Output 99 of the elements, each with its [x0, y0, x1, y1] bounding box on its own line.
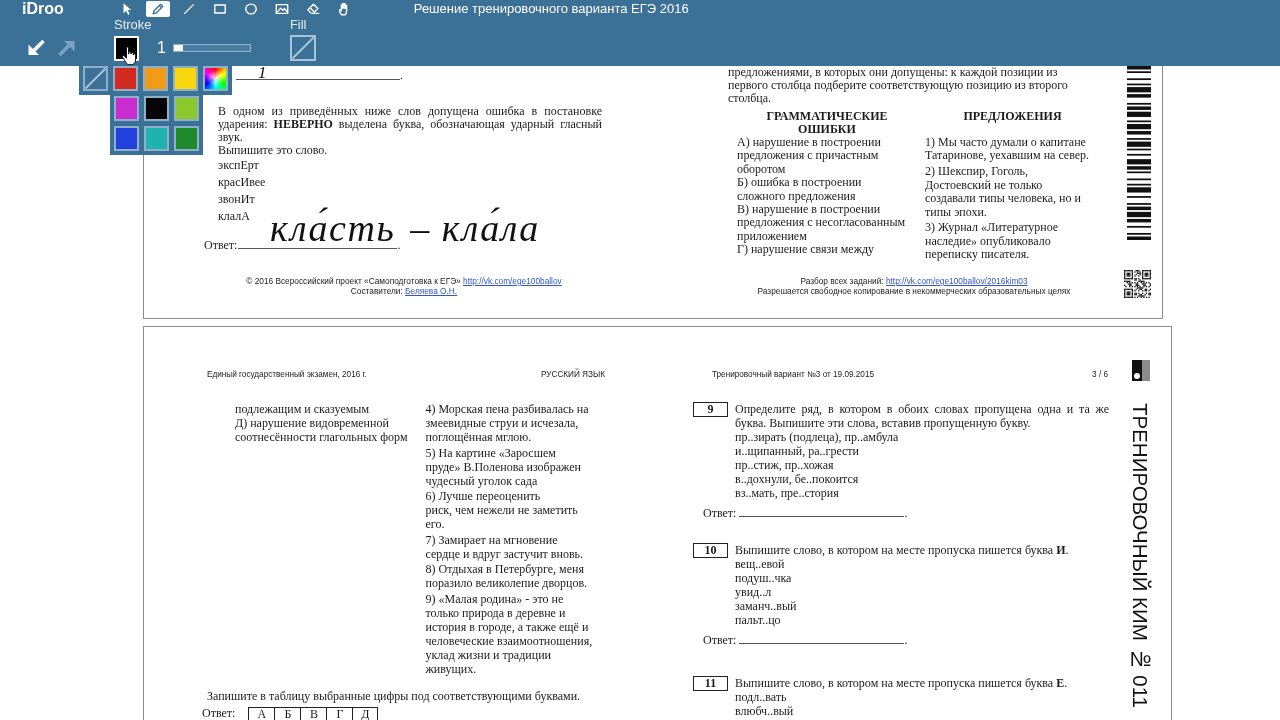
question-text: Определите ряд, в котором в обоих словах пропущена одна и та же буква. Выпишите эти слова, вставив пропущенную букву.	[735, 402, 1109, 430]
color-wheel-icon[interactable]	[203, 66, 228, 91]
qr-code-icon	[1124, 270, 1151, 298]
question-text: Выпишите слово, в котором на месте пропуска пишется буква И.	[735, 543, 1070, 557]
stroke-width-slider[interactable]	[172, 44, 251, 52]
authors-link[interactable]: Беляева О.Н.	[405, 285, 458, 296]
stroke-label: Stroke	[114, 18, 153, 32]
answer-period: .	[397, 238, 401, 252]
answer-label: Ответ:	[703, 633, 737, 647]
color-swatch-icon[interactable]	[114, 126, 139, 151]
tasks-link-text: Разбор всех заданий: http://vk.com/ege100ballov/2016kim03	[799, 277, 1029, 287]
color-swatch-icon[interactable]	[173, 66, 198, 91]
answer-option: вещ..евой	[735, 557, 1109, 571]
question-text: В одном из приведённых ниже слов допущена ошибка в постановке ударения: НЕВЕРНО выделена буква, обозначающая ударный гласный звук.	[218, 105, 602, 144]
undo-button[interactable]	[27, 40, 45, 56]
answer-label: Ответ:	[202, 706, 236, 720]
no-color-icon[interactable]	[289, 35, 316, 61]
table-header-cell: Г	[326, 706, 353, 720]
corner-mark-icon	[1132, 360, 1150, 381]
handwritten-digit: 1	[257, 66, 268, 79]
line-icon	[181, 1, 196, 16]
table-header-cell: Д	[352, 706, 379, 720]
column-heading: ГРАММАТИЧЕСКИЕ ОШИБКИ	[765, 110, 889, 136]
column-heading: ПРЕДЛОЖЕНИЯ	[962, 110, 1063, 125]
answer-option: пр..зирать (подлеца), пр..амбула	[735, 430, 1109, 444]
list-item: 2) Шекспир, Гоголь, Достоевский не только создавали типы человека, но и типы эпохи.	[925, 165, 1082, 219]
list-item: Д) нарушение видовременной соотнесённости глагольных форм	[235, 416, 409, 444]
list-item: подлежащим и сказуемым	[235, 402, 370, 416]
answer-option: увид..л	[735, 585, 1109, 599]
list-item: В) нарушение в построении предложения с несогласованным приложением	[737, 203, 907, 244]
document-title: Решение тренировочного варианта ЕГЭ 2016	[413, 0, 689, 17]
list-item: 6) Лучше переоценить риск, чем нежели не заметить его.	[425, 489, 579, 531]
tasks-link[interactable]: http://vk.com/ege100ballov/2016kim03	[885, 276, 1028, 286]
answer-option: экспЕрт	[218, 157, 602, 174]
answer-option: пальт..цо	[735, 613, 1109, 627]
copyright-note: Разрешается свободное копирование в некоммерческих образовательных целях	[756, 286, 1072, 296]
list-item: Г) нарушение связи между	[737, 243, 876, 257]
instruction-text: Выпишите это слово.	[218, 144, 329, 157]
answer-option: и..щипанный, ра..грести	[735, 444, 1109, 458]
app-logo: iDroo	[22, 0, 64, 17]
arrow-down-left-icon	[27, 40, 45, 56]
list-item: 4) Морская пена разбивалась на змеевидные струи и исчезала, поглощённая мглою.	[425, 402, 590, 444]
footer-link[interactable]: http://vk.com/ege100ballov	[463, 276, 562, 286]
copyright-text: © 2016 Всероссийский проект «Самоподготовка к ЕГЭ» http://vk.com/ege100ballov	[245, 277, 563, 287]
color-swatch-icon[interactable]	[174, 96, 199, 121]
authors-text: Составители: Беляева О.Н.	[350, 286, 459, 296]
question-number: 10	[693, 543, 728, 558]
tool-button[interactable]	[145, 0, 170, 17]
list-item: Б) ошибка в построении сложного предложения	[737, 176, 863, 204]
page-header-text: Единый государственный экзамен, 2016 г.	[207, 370, 367, 379]
color-swatch-icon[interactable]	[144, 96, 169, 121]
pencil-icon	[150, 1, 165, 16]
answer-period: .	[904, 506, 908, 520]
list-item: 3) Журнал «Литературное наследие» опубликовало переписку писателя.	[925, 221, 1060, 262]
answer-option: в..дохнули, бе..покоится	[735, 472, 1109, 486]
task-intro: предложениями, в которых они допущены: к каждой позиции из первого столбца подберите соответствующую позицию из второго столбца.	[728, 66, 1069, 105]
answer-option: пр..стиж, пр..хожая	[735, 458, 1109, 472]
list-item: 5) На картине «Заросшем пруде» В.Поленова изображен чудесный уголок сада	[425, 445, 582, 488]
answer-period: .	[904, 633, 908, 647]
list-item: 7) Замирает на мгновение сердце и вдруг застучит вновь.	[425, 532, 585, 561]
answer-label: Ответ:	[703, 506, 737, 520]
side-label: ТРЕНИРОВОЧНЫЙ КИМ № 011	[1128, 403, 1152, 708]
list-item: 1) Мы часто думали о капитане Татаринове, уехавшим на север.	[925, 136, 1091, 163]
stroke-width-value: 1	[157, 39, 166, 57]
table-header-cell: В	[300, 706, 327, 720]
answer-label: Ответ:	[204, 238, 238, 252]
list-item: 9) «Малая родина» - это не только природа в деревне и история в городе, а также ещё и человеческие взаимоотношения, уклад жизни и традиции живущих.	[425, 591, 594, 676]
question-number: 9	[693, 402, 728, 417]
answer-option: звонИт	[218, 191, 602, 208]
no-color-icon[interactable]	[83, 66, 108, 91]
eraser-icon	[305, 1, 320, 16]
answer-option: красИвее	[218, 174, 602, 191]
answer-option: подл..вать	[735, 690, 1109, 704]
question-text: Выпишите слово, в котором на месте пропуска пишется буква Е.	[735, 676, 1069, 690]
answer-option: подуш..чка	[735, 571, 1109, 585]
instruction-text: Запишите в таблицу выбранные цифры под соответствующими буквами.	[207, 688, 582, 703]
color-swatch-icon[interactable]	[144, 126, 169, 151]
question-number: 11	[693, 676, 728, 691]
rectangle-icon	[212, 1, 227, 16]
answer-option: заманч..вый	[735, 599, 1109, 613]
color-swatch-icon[interactable]	[174, 126, 199, 151]
circle-icon	[243, 1, 258, 16]
page-number: 3 / 6	[1092, 370, 1108, 379]
color-swatch-icon[interactable]	[113, 66, 138, 91]
page-header-text: Тренировочный вариант №3 от 19.09.2015	[712, 370, 875, 379]
answer-option: вз..мать, пре..стория	[735, 486, 1109, 500]
color-swatch-icon[interactable]	[114, 96, 139, 121]
color-swatch-icon[interactable]	[143, 66, 168, 91]
list-item: 8) Отдыхая в Петербурге, меня поразило великолепие дворцов.	[425, 562, 589, 590]
hand-cursor-icon	[121, 46, 138, 66]
answer-period: .	[400, 68, 403, 82]
table-header-cell: Б	[274, 706, 301, 720]
fill-label: Fill	[289, 18, 308, 32]
answer-option: влюбч..вый	[735, 704, 1109, 718]
page-header-text: РУССКИЙ ЯЗЫК	[541, 370, 605, 379]
table-header-cell: А	[248, 706, 275, 720]
arrow-up-right-icon	[58, 40, 76, 56]
list-item: А) нарушение в построении предложения с причастным оборотом	[737, 136, 882, 177]
image-icon	[274, 1, 289, 16]
